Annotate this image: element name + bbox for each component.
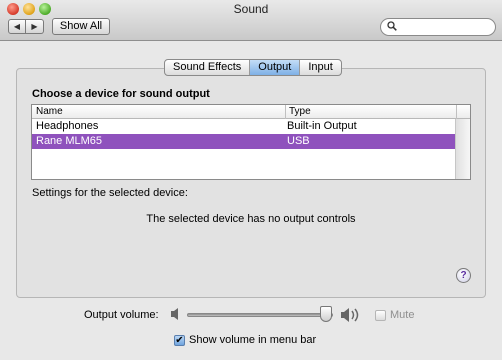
volume-slider-thumb[interactable] [320, 306, 332, 322]
back-arrow-icon: ◀ [13, 22, 21, 31]
table-row-rane-mlm65[interactable]: Rane MLM65 USB [32, 134, 456, 149]
no-output-controls-message: The selected device has no output contro… [146, 213, 356, 225]
search-icon [387, 21, 397, 34]
mute-checkbox[interactable] [375, 310, 386, 321]
device-type: USB [287, 135, 310, 147]
back-button[interactable]: ◀ [8, 19, 26, 34]
table-scrollbar[interactable] [455, 119, 470, 179]
tab-bar: Sound Effects Output Input [164, 59, 342, 76]
help-button[interactable]: ? [456, 268, 471, 283]
show-all-button[interactable]: Show All [52, 18, 110, 35]
show-volume-checkbox[interactable]: ✔ [174, 335, 185, 346]
window-title: Sound [233, 2, 269, 16]
column-header-end [456, 105, 471, 119]
tab-sound-effects[interactable]: Sound Effects [165, 60, 251, 75]
tab-input[interactable]: Input [300, 60, 340, 75]
forward-arrow-icon: ▶ [31, 22, 38, 31]
speaker-low-icon [170, 307, 182, 324]
device-name: Rane MLM65 [36, 135, 103, 147]
device-table: Name Type Headphones Built-in Output Ran… [31, 104, 471, 180]
output-panel [16, 68, 486, 298]
column-header-name[interactable]: Name [36, 105, 63, 119]
column-header-type[interactable]: Type [285, 105, 456, 119]
speaker-high-icon [340, 307, 362, 326]
output-volume-label: Output volume: [84, 309, 159, 321]
tab-output[interactable]: Output [250, 60, 301, 75]
show-volume-label: Show volume in menu bar [189, 334, 317, 346]
choose-device-heading: Choose a device for sound output [32, 88, 210, 100]
volume-slider-track[interactable] [187, 313, 333, 317]
mute-label: Mute [390, 309, 415, 321]
forward-button[interactable]: ▶ [26, 19, 44, 34]
settings-label: Settings for the selected device: [32, 187, 188, 199]
device-name: Headphones [36, 120, 99, 132]
window-toolbar: Sound ◀ ▶ Show All [0, 0, 502, 41]
device-type: Built-in Output [287, 120, 357, 132]
table-row-headphones[interactable]: Headphones Built-in Output [32, 119, 470, 134]
search-field[interactable] [380, 18, 496, 36]
table-header: Name Type [32, 105, 470, 119]
